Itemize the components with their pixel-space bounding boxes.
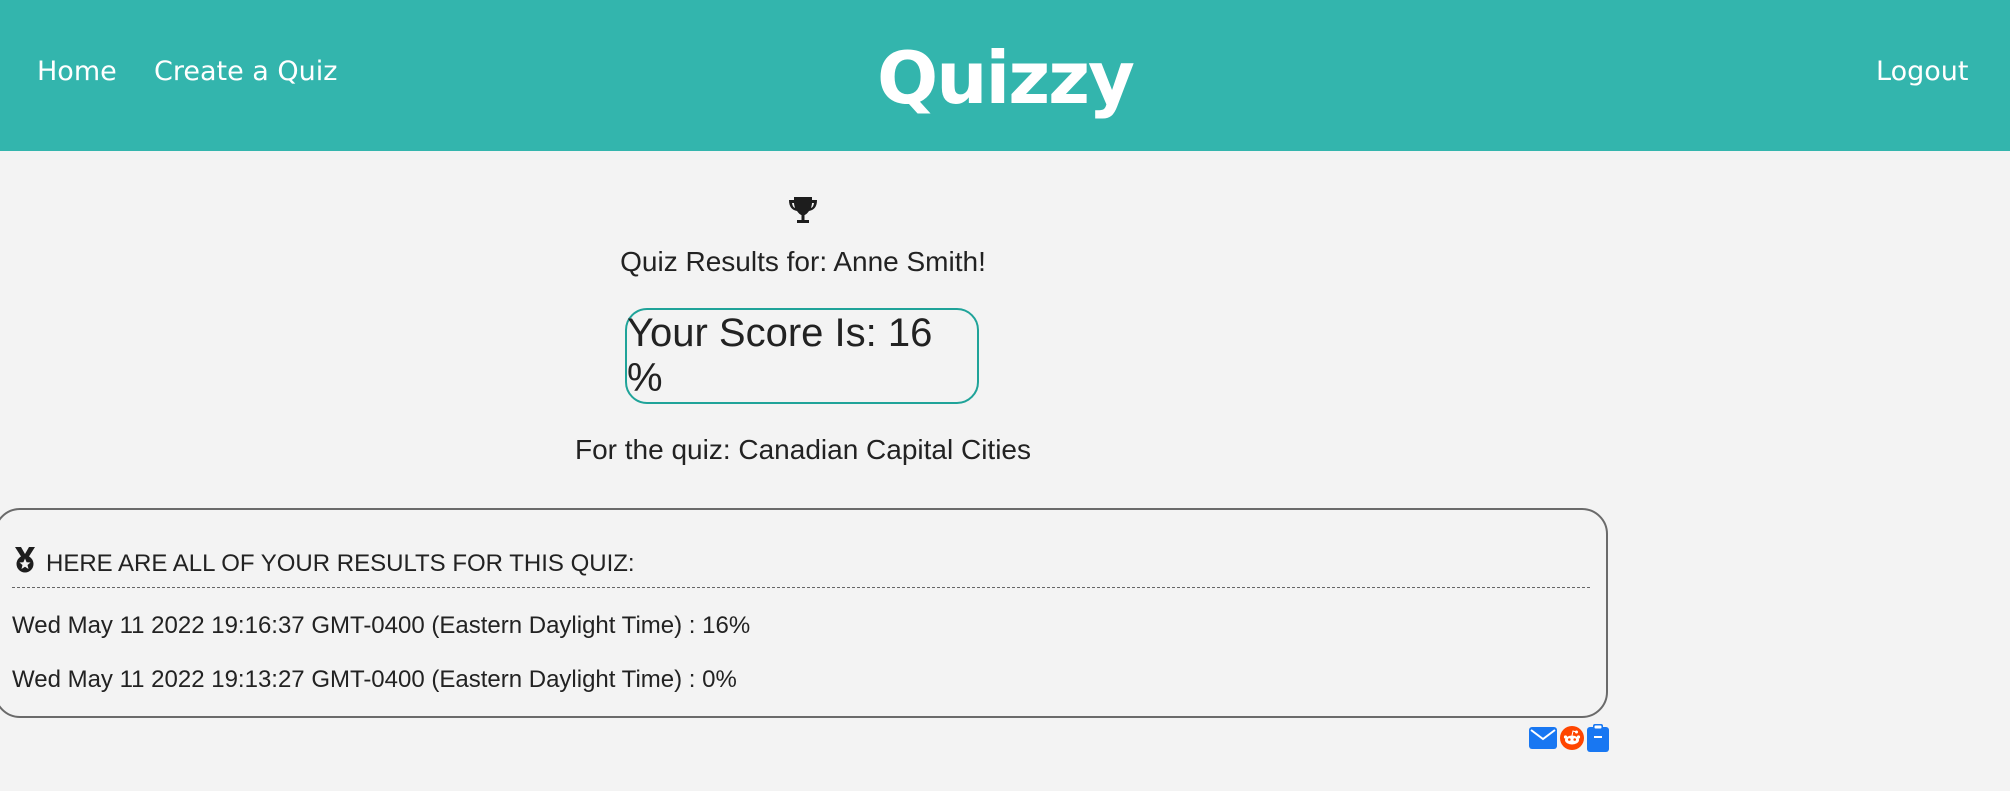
share-icons <box>1529 724 1609 757</box>
divider <box>12 587 1590 588</box>
score-text: Your Score Is: 16 % <box>627 311 933 400</box>
medal-icon <box>12 546 38 581</box>
quiz-name: For the quiz: Canadian Capital Cities <box>574 434 1031 465</box>
results-history-panel: HERE ARE ALL OF YOUR RESULTS FOR THIS QU… <box>0 508 1608 718</box>
score-box: Your Score Is: 16 % <box>625 308 979 404</box>
nav-logout-link[interactable]: Logout <box>1876 56 1968 87</box>
results-history-heading-text: HERE ARE ALL OF YOUR RESULTS FOR THIS QU… <box>46 549 635 577</box>
results-history-heading: HERE ARE ALL OF YOUR RESULTS FOR THIS QU… <box>12 546 635 581</box>
result-item: Wed May 11 2022 19:16:37 GMT-0400 (Easte… <box>12 612 751 639</box>
top-navbar: Home Create a Quiz Quizzy Logout <box>0 0 2010 151</box>
brand-text[interactable]: Quizzy <box>877 38 1135 118</box>
email-icon[interactable] <box>1529 727 1557 754</box>
reddit-icon[interactable] <box>1560 726 1584 755</box>
clipboard-icon[interactable] <box>1587 724 1609 757</box>
brand-logo: Quizzy <box>0 38 2010 118</box>
result-item: Wed May 11 2022 19:13:27 GMT-0400 (Easte… <box>12 666 737 693</box>
trophy-icon <box>0 194 1606 233</box>
results-title: Quiz Results for: Anne Smith! <box>620 246 986 277</box>
